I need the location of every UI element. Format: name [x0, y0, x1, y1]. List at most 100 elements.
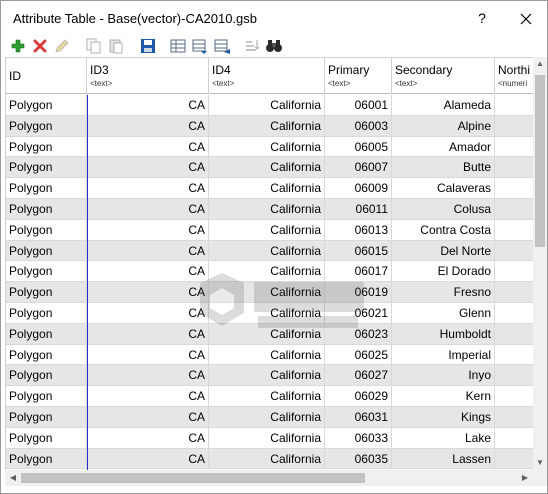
table-row[interactable]: Polygon CA California 06011 Colusa	[6, 198, 533, 220]
cell-id4[interactable]: California	[209, 240, 325, 261]
cell-id3[interactable]: CA	[87, 282, 209, 303]
cell-id3[interactable]: CA	[87, 95, 209, 115]
horizontal-scroll-thumb[interactable]	[21, 473, 365, 483]
cell-secondary[interactable]: Del Norte	[392, 240, 495, 261]
cell-id4[interactable]: California	[209, 448, 325, 469]
cell-northing[interactable]	[495, 137, 533, 157]
cell-primary[interactable]: 06011	[325, 198, 392, 219]
cell-secondary[interactable]: Amador	[392, 136, 495, 157]
cell-id[interactable]: Polygon	[6, 302, 87, 323]
table-row[interactable]: Polygon CA California 06035 Lassen	[6, 448, 533, 470]
help-button[interactable]: ?	[467, 6, 497, 30]
cell-secondary[interactable]: Kern	[392, 386, 495, 407]
table-row[interactable]: Polygon CA California 06003 Alpine	[6, 115, 533, 137]
cell-id3[interactable]: CA	[87, 136, 209, 157]
cell-primary[interactable]: 06021	[325, 302, 392, 323]
table-row[interactable]: Polygon CA California 06017 El Dorado	[6, 261, 533, 283]
cell-id4[interactable]: California	[209, 178, 325, 199]
cell-id4[interactable]: California	[209, 282, 325, 303]
table-row[interactable]: Polygon CA California 06033 Lake	[6, 427, 533, 449]
cell-secondary[interactable]: Calaveras	[392, 178, 495, 199]
table-row[interactable]: Polygon CA California 06019 Fresno	[6, 282, 533, 303]
cell-secondary[interactable]: Humboldt	[392, 323, 495, 344]
cell-primary[interactable]: 06013	[325, 219, 392, 240]
cell-id3[interactable]: CA	[87, 323, 209, 344]
cell-id3[interactable]: CA	[87, 386, 209, 407]
cell-northing[interactable]	[495, 261, 533, 281]
table-row[interactable]: Polygon CA California 06001 Alameda	[6, 95, 533, 116]
add-record-button[interactable]	[9, 37, 27, 55]
cell-northing[interactable]	[495, 428, 533, 448]
cell-northing[interactable]	[495, 365, 533, 385]
cell-northing[interactable]	[495, 116, 533, 136]
cell-id[interactable]: Polygon	[6, 386, 87, 407]
cell-primary[interactable]: 06019	[325, 282, 392, 303]
cell-primary[interactable]: 06035	[325, 448, 392, 469]
cell-id3[interactable]: CA	[87, 302, 209, 323]
cell-id[interactable]: Polygon	[6, 282, 87, 303]
table-row[interactable]: Polygon CA California 06023 Humboldt	[6, 323, 533, 345]
scroll-down-icon[interactable]: ▼	[533, 456, 547, 470]
cell-id4[interactable]: California	[209, 136, 325, 157]
cell-id4[interactable]: California	[209, 219, 325, 240]
cell-id[interactable]: Polygon	[6, 157, 87, 178]
cell-northing[interactable]	[495, 324, 533, 344]
cell-secondary[interactable]: Kings	[392, 406, 495, 427]
cell-northing[interactable]	[495, 95, 533, 115]
cell-id3[interactable]: CA	[87, 448, 209, 469]
cell-id[interactable]: Polygon	[6, 427, 87, 448]
cell-primary[interactable]: 06027	[325, 365, 392, 386]
find-button[interactable]	[265, 37, 283, 55]
cell-id[interactable]: Polygon	[6, 261, 87, 282]
cell-id[interactable]: Polygon	[6, 448, 87, 469]
scroll-left-icon[interactable]: ◀	[5, 470, 21, 486]
cell-primary[interactable]: 06001	[325, 95, 392, 115]
cell-secondary[interactable]: El Dorado	[392, 261, 495, 282]
cell-id4[interactable]: California	[209, 365, 325, 386]
cell-id[interactable]: Polygon	[6, 115, 87, 136]
cell-id[interactable]: Polygon	[6, 198, 87, 219]
edit-button[interactable]	[53, 37, 71, 55]
cell-northing[interactable]	[495, 199, 533, 219]
table-row[interactable]: Polygon CA California 06007 Butte	[6, 157, 533, 179]
paste-button[interactable]	[107, 37, 125, 55]
cell-id[interactable]: Polygon	[6, 240, 87, 261]
cell-id3[interactable]: CA	[87, 115, 209, 136]
table-import-button[interactable]	[191, 37, 209, 55]
cell-secondary[interactable]: Lassen	[392, 448, 495, 469]
cell-secondary[interactable]: Lake	[392, 427, 495, 448]
cell-primary[interactable]: 06029	[325, 386, 392, 407]
vertical-scrollbar[interactable]: ▲ ▼	[533, 57, 547, 470]
table-row[interactable]: Polygon CA California 06027 Inyo	[6, 365, 533, 387]
cell-id4[interactable]: California	[209, 95, 325, 115]
cell-id3[interactable]: CA	[87, 178, 209, 199]
sort-button[interactable]	[243, 37, 261, 55]
cell-id3[interactable]: CA	[87, 365, 209, 386]
cell-id4[interactable]: California	[209, 302, 325, 323]
cell-northing[interactable]	[495, 449, 533, 469]
cell-secondary[interactable]: Colusa	[392, 198, 495, 219]
column-header-primary[interactable]: Primary <text>	[325, 58, 392, 94]
cell-northing[interactable]	[495, 282, 533, 302]
table-row[interactable]: Polygon CA California 06013 Contra Costa	[6, 219, 533, 241]
cell-id[interactable]: Polygon	[6, 136, 87, 157]
cell-id3[interactable]: CA	[87, 219, 209, 240]
cell-id4[interactable]: California	[209, 115, 325, 136]
table-row[interactable]: Polygon CA California 06029 Kern	[6, 386, 533, 407]
cell-id3[interactable]: CA	[87, 240, 209, 261]
cell-id3[interactable]: CA	[87, 157, 209, 178]
copy-button[interactable]	[85, 37, 103, 55]
cell-id4[interactable]: California	[209, 198, 325, 219]
cell-secondary[interactable]: Alameda	[392, 95, 495, 115]
cell-secondary[interactable]: Contra Costa	[392, 219, 495, 240]
close-button[interactable]	[511, 6, 541, 30]
cell-primary[interactable]: 06007	[325, 157, 392, 178]
cell-id3[interactable]: CA	[87, 261, 209, 282]
scroll-right-icon[interactable]: ▶	[517, 470, 533, 486]
cell-secondary[interactable]: Glenn	[392, 302, 495, 323]
cell-secondary[interactable]: Butte	[392, 157, 495, 178]
cell-secondary[interactable]: Alpine	[392, 115, 495, 136]
cell-id4[interactable]: California	[209, 406, 325, 427]
table-row[interactable]: Polygon CA California 06021 Glenn	[6, 302, 533, 324]
cell-secondary[interactable]: Inyo	[392, 365, 495, 386]
